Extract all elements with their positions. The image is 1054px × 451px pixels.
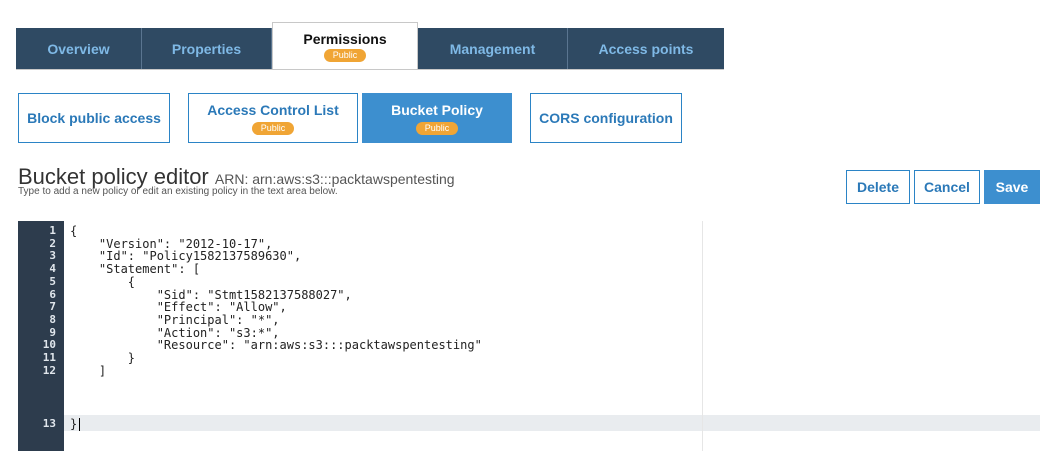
save-button[interactable]: Save [984,170,1040,204]
subtab-bucket-policy[interactable]: Bucket Policy Public [362,93,512,143]
code-line: } [70,351,136,365]
public-badge: Public [323,49,367,62]
line-number: 11 [42,351,56,364]
policy-code-editor[interactable]: 1 2 3 4 5 6 7 8 9 10 11 12 13 { "Version… [18,221,1040,451]
code-line: { [70,274,136,289]
subtab-label: Access Control List [207,101,339,118]
subtab-block-public-access[interactable]: Block public access [18,93,170,143]
active-line-highlight [64,415,1040,431]
code-line: "Effect": "Allow", [70,300,287,315]
subtab-label: Block public access [27,110,161,126]
line-number: 4 [49,262,56,276]
code-line: ] [70,363,107,378]
tab-label: Properties [171,41,242,57]
editor-instructions: Type to add a new policy or edit an exis… [18,186,338,197]
line-number: 5 [49,274,56,288]
code-line: "Principal": "*", [70,312,280,327]
code-line: "Statement": [ [70,262,201,277]
subtab-label: CORS configuration [539,110,673,126]
tab-access-points[interactable]: Access points [568,28,724,70]
tab-label: Permissions [303,31,387,47]
code-line: } [70,417,78,431]
tab-divider [16,69,724,70]
tab-label: Access points [598,41,694,57]
print-margin-line [702,221,703,451]
tab-label: Overview [47,41,110,57]
line-number: 12 [42,363,56,377]
tab-label: Management [449,41,536,57]
tab-management[interactable]: Management [418,28,568,70]
line-number-gutter: 1 2 3 4 5 6 7 8 9 10 11 12 13 [18,221,64,451]
code-line: { [70,224,78,238]
tab-permissions[interactable]: Permissions Public [272,22,418,70]
public-badge: Public [251,121,295,135]
line-number: 8 [49,312,56,326]
line-number: 1 [49,224,56,237]
line-number: 7 [49,300,56,314]
public-badge: Public [415,121,459,135]
delete-button[interactable]: Delete [846,170,910,204]
bucket-arn: ARN: arn:aws:s3:::packtawspentesting [214,171,455,187]
main-tabs: Overview Properties Permissions Public M… [16,22,724,70]
subtab-access-control-list[interactable]: Access Control List Public [188,93,358,143]
text-cursor [79,418,80,431]
tab-properties[interactable]: Properties [142,28,272,70]
cancel-button[interactable]: Cancel [914,170,980,204]
line-number: 13 [42,417,56,430]
subtab-label: Bucket Policy [391,101,483,118]
tab-overview[interactable]: Overview [16,28,142,70]
subtab-cors-configuration[interactable]: CORS configuration [530,93,682,143]
